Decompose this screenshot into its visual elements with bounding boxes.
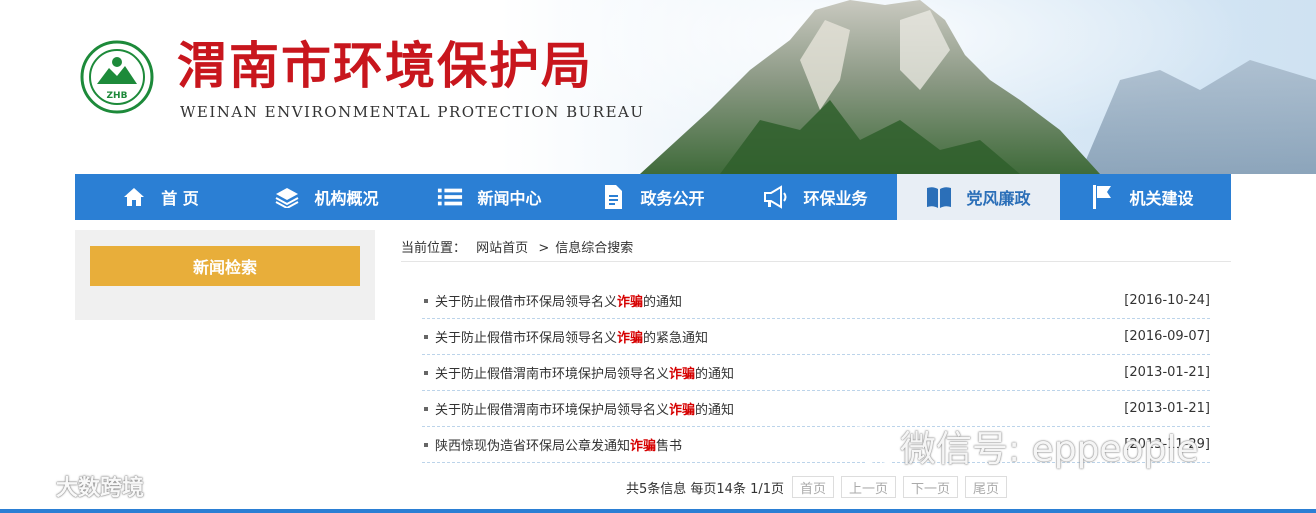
next-page-button[interactable]: 下一页 <box>903 476 959 498</box>
nav-item-home[interactable]: 首 页 <box>75 174 245 220</box>
bureau-logo: ZHB <box>80 40 154 114</box>
bullet-icon <box>424 334 428 339</box>
breadcrumb-separator: > <box>538 241 550 256</box>
page: ZHB 渭南市环境保护局 WEINAN ENVIRONMENTAL PROTEC… <box>0 0 1316 513</box>
news-date: [2016-09-07] <box>1124 329 1210 344</box>
breadcrumb-home-link[interactable]: 网站首页 <box>476 241 528 256</box>
breadcrumb-prefix: 当前位置： <box>401 241 467 256</box>
site-subtitle: WEINAN ENVIRONMENTAL PROTECTION BUREAU <box>180 103 645 121</box>
breadcrumb: 当前位置： 网站首页 > 信息综合搜索 <box>401 237 639 256</box>
nav-item-label: 环保业务 <box>803 189 868 208</box>
last-page-button[interactable]: 尾页 <box>965 476 1008 498</box>
news-date: [2013-01-21] <box>1124 401 1210 416</box>
news-title-link[interactable]: 关于防止假借渭南市环境保护局领导名义诈骗的通知 <box>435 399 1124 418</box>
nav-item-label: 机关建设 <box>1129 189 1194 208</box>
news-search-button[interactable]: 新闻检索 <box>90 246 360 286</box>
news-title-link[interactable]: 关于防止假借渭南市环境保护局领导名义诈骗的通知 <box>435 363 1124 382</box>
pagination-info: 共5条信息 每页14条 1/1页 <box>626 481 784 497</box>
news-date: [2016-10-24] <box>1124 293 1210 308</box>
nav-item-gov-affairs[interactable]: 政务公开 <box>571 174 734 220</box>
divider <box>401 261 1231 262</box>
bullet-icon <box>424 298 428 303</box>
nav-item-env-business[interactable]: 环保业务 <box>734 174 897 220</box>
nav-item-org-building[interactable]: 机关建设 <box>1060 174 1223 220</box>
flag-icon <box>1089 184 1115 210</box>
list-item: 关于防止假借市环保局领导名义诈骗的紧急通知 [2016-09-07] <box>422 319 1210 355</box>
watermark-right-text: 微信号: eppeople <box>900 429 1199 470</box>
pagination: 共5条信息 每页14条 1/1页 首页 上一页 下一页 尾页 <box>626 476 1014 498</box>
wechat-icon <box>838 426 896 467</box>
sidebar: 新闻检索 <box>75 230 375 320</box>
home-icon <box>121 184 147 210</box>
book-icon <box>926 184 952 210</box>
watermark-left-text: 大数跨境 <box>56 476 145 501</box>
nav-item-about[interactable]: 机构概况 <box>245 174 408 220</box>
document-icon <box>600 184 626 210</box>
watermark-left: 大数跨境 <box>8 470 144 502</box>
list-icon <box>437 184 463 210</box>
first-page-button[interactable]: 首页 <box>792 476 835 498</box>
list-item: 关于防止假借市环保局领导名义诈骗的通知 [2016-10-24] <box>422 283 1210 319</box>
nav-item-label: 首 页 <box>161 189 199 208</box>
nav-item-party-integrity[interactable]: 党风廉政 <box>897 174 1060 220</box>
news-title-link[interactable]: 关于防止假借市环保局领导名义诈骗的紧急通知 <box>435 327 1124 346</box>
main-nav: 首 页 机构概况 新闻中心 政务公开 环保业务 党风廉政 机关建设 <box>75 174 1231 220</box>
megaphone-icon <box>763 184 789 210</box>
layers-icon <box>274 184 300 210</box>
news-title-link[interactable]: 关于防止假借市环保局领导名义诈骗的通知 <box>435 291 1124 310</box>
site-header: ZHB 渭南市环境保护局 WEINAN ENVIRONMENTAL PROTEC… <box>0 0 1316 174</box>
nav-item-news[interactable]: 新闻中心 <box>408 174 571 220</box>
nav-item-label: 机构概况 <box>314 189 379 208</box>
bottom-bar <box>0 509 1316 513</box>
news-date: [2013-01-21] <box>1124 365 1210 380</box>
list-item: 关于防止假借渭南市环境保护局领导名义诈骗的通知 [2013-01-21] <box>422 355 1210 391</box>
site-title: 渭南市环境保护局 <box>177 36 593 95</box>
watermark-right: 微信号: eppeople <box>836 420 1199 472</box>
breadcrumb-current: 信息综合搜索 <box>555 241 634 256</box>
nav-item-label: 党风廉政 <box>966 189 1031 208</box>
svg-text:ZHB: ZHB <box>107 91 128 101</box>
prev-page-button[interactable]: 上一页 <box>841 476 897 498</box>
mountain-banner-image <box>640 0 1316 174</box>
bullet-icon <box>424 406 428 411</box>
watermark-logo-icon <box>10 474 53 497</box>
bullet-icon <box>424 442 428 447</box>
nav-item-label: 政务公开 <box>640 189 705 208</box>
nav-item-label: 新闻中心 <box>477 189 542 208</box>
bullet-icon <box>424 370 428 375</box>
